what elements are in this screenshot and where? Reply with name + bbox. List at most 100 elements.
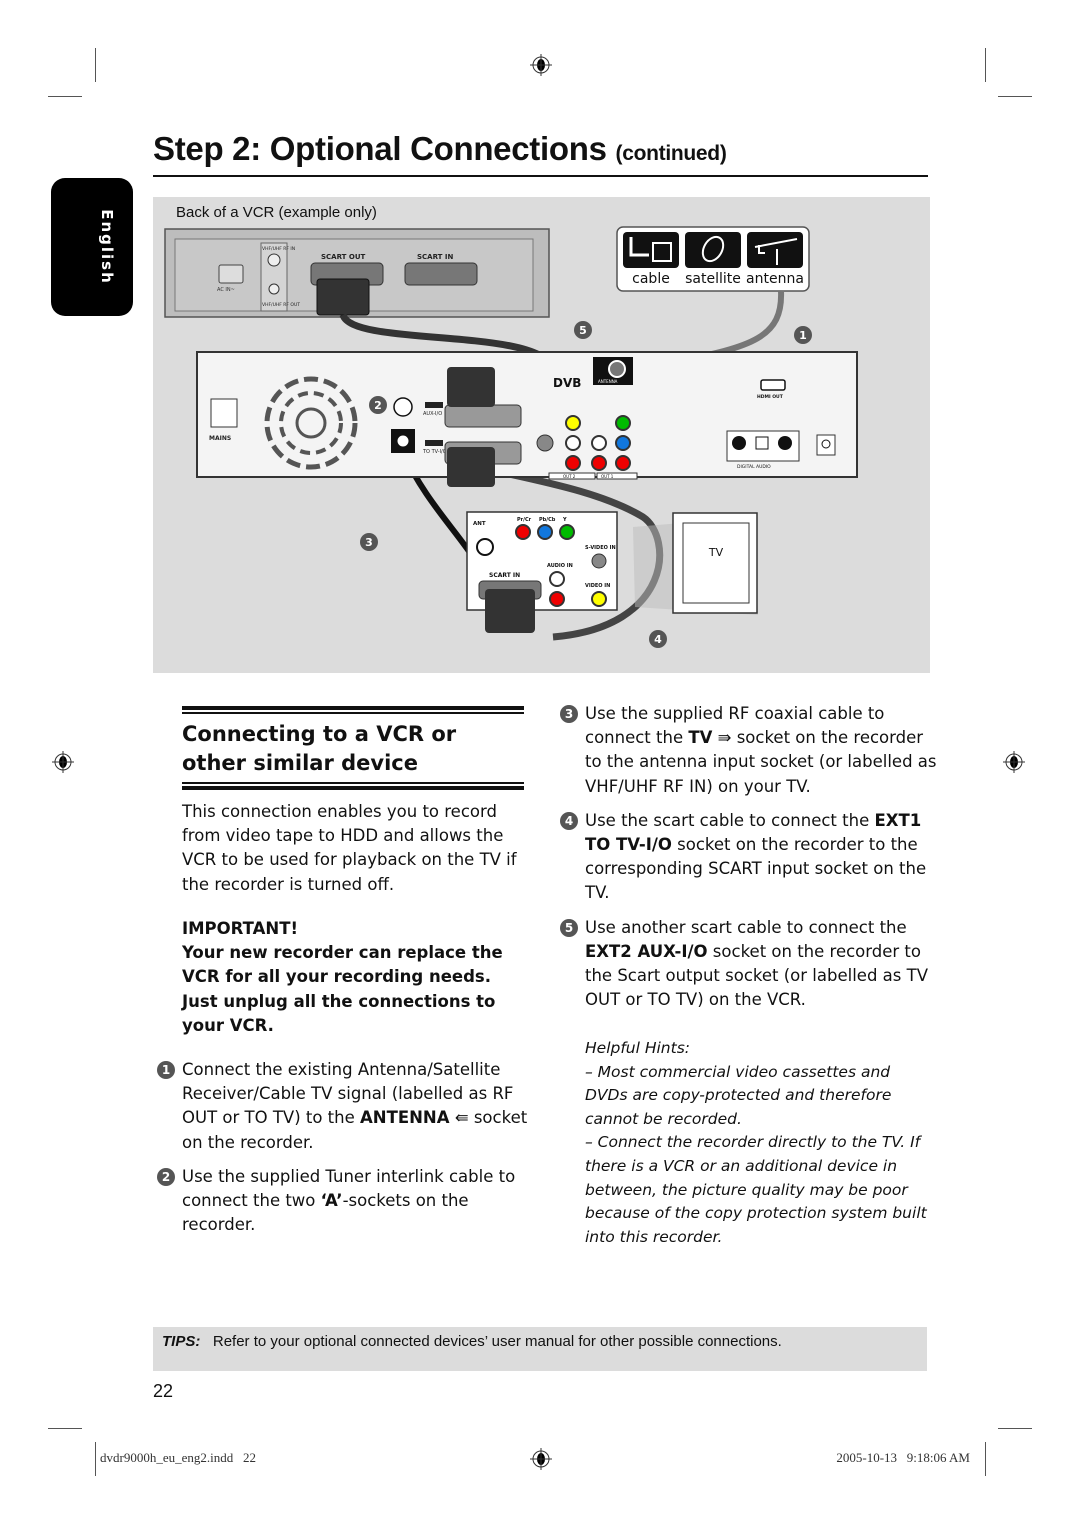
connection-diagram: AC IN~ VHF/UHF RF IN VHF/UHF RF OUT SCAR… <box>153 197 930 673</box>
audio-r-out2 <box>565 455 581 471</box>
a-socket-tuner <box>393 397 413 417</box>
step-number: 4 <box>560 811 578 830</box>
tips-text: TIPS: Refer to your optional connected d… <box>162 1333 782 1350</box>
tv-antenna-socket <box>476 538 494 556</box>
audio-r-out1 <box>591 455 607 471</box>
registration-mark-icon <box>530 54 552 76</box>
footer-filename: dvdr9000h_eu_eng2.indd 22 <box>100 1450 256 1465</box>
tv-audio-in-label: AUDIO IN <box>547 563 573 569</box>
hdmi-out-label: HDMI OUT <box>757 394 784 400</box>
step-bold-text: EXT2 AUX-I/O <box>585 941 708 961</box>
helpful-hints: Helpful Hints: – Most commercial video c… <box>585 1037 935 1249</box>
page-title-suffix: (continued) <box>615 142 727 165</box>
step-number: 3 <box>560 705 578 723</box>
vcr-scart-in-label: SCART IN <box>417 253 453 261</box>
hdmi-out-socket <box>760 379 786 391</box>
steps-left: 1 Connect the existing Antenna/Satellite… <box>157 1058 537 1247</box>
source-satellite-label: satellite <box>685 271 741 287</box>
callout-4: 4 <box>649 630 667 648</box>
out1-label: OUT 1 <box>601 474 614 479</box>
scart-plug <box>316 278 370 316</box>
step-2: 2 Use the supplied Tuner interlink cable… <box>157 1165 537 1238</box>
tv-label: TV <box>708 546 724 559</box>
mains-socket <box>210 398 238 428</box>
vcr-scart-out-label: SCART OUT <box>321 253 366 261</box>
callout-3-label: 3 <box>365 536 373 549</box>
important-title: IMPORTANT! <box>182 919 298 938</box>
callout-5: 5 <box>574 321 592 339</box>
ext1-label-box <box>425 440 443 446</box>
tv-set: TV <box>633 512 758 615</box>
step-bold-text: TV <box>688 728 713 748</box>
component-pb-socket <box>615 435 631 451</box>
step-number: 5 <box>560 918 578 937</box>
crop-mark <box>985 48 986 82</box>
step-text: Use another scart cable to connect the <box>585 917 907 937</box>
important-notice: IMPORTANT! Your new recorder can replace… <box>182 917 532 1038</box>
tips-body: Refer to your optional connected devices… <box>212 1333 782 1350</box>
callout-1-label: 1 <box>799 329 807 342</box>
vcr-rf-out-label: VHF/UHF RF OUT <box>262 302 300 308</box>
cvbs-socket <box>565 415 581 431</box>
page-title: Step 2: Optional Connections (continued) <box>153 130 727 168</box>
title-rule <box>153 175 928 177</box>
component-y-socket <box>615 415 631 431</box>
footer-timestamp: 2005-10-13 9:18:06 AM <box>836 1450 970 1465</box>
dvb-label: DVB <box>553 376 581 390</box>
to-tv-io-label: TO TV-I/O <box>422 449 447 455</box>
callout-1: 1 <box>794 326 812 344</box>
tv-scart-in-label: SCART IN <box>489 572 520 579</box>
registration-mark-icon <box>52 751 74 773</box>
tv-pb-label: Pb/Cb <box>539 517 556 523</box>
audio-l-out1 <box>591 435 607 451</box>
registration-mark-icon <box>530 1448 552 1470</box>
tv-video-in-label: VIDEO IN <box>585 583 610 589</box>
scart-plug-ext2 <box>447 367 495 407</box>
intro-paragraph: This connection enables you to record fr… <box>182 802 517 894</box>
callout-3: 3 <box>360 533 378 551</box>
hint-item: – Most commercial video cassettes and DV… <box>585 1062 892 1128</box>
crop-mark <box>48 1428 82 1429</box>
crop-mark <box>998 1428 1032 1429</box>
antenna-input-icon: ⇚ <box>449 1108 469 1128</box>
tv-y-label: Y <box>562 517 567 523</box>
important-body: Your new recorder can replace the VCR fo… <box>182 943 503 1035</box>
s-video-socket <box>536 434 554 452</box>
signal-source-box: cable satellite antenna <box>616 226 810 292</box>
scart-plug-ext1 <box>447 447 495 487</box>
step-5: 5 Use another scart cable to connect the… <box>560 916 940 1013</box>
language-tab-label: English <box>98 209 117 285</box>
crop-mark <box>998 96 1032 97</box>
tv-output-icon: ⇛ <box>712 728 732 748</box>
step-bold-text: ‘A’ <box>320 1191 343 1211</box>
step-3: 3 Use the supplied RF coaxial cable to c… <box>560 702 940 799</box>
optical-out-socket <box>755 436 769 450</box>
vcr-ac-label: AC IN~ <box>217 287 235 293</box>
audio-l-out2 <box>565 435 581 451</box>
connection-diagram-svg: AC IN~ VHF/UHF RF IN VHF/UHF RF OUT SCAR… <box>164 226 858 648</box>
hint-item: – Connect the recorder directly to the T… <box>585 1133 927 1246</box>
antenna-socket-label: ANTENNA <box>598 379 618 384</box>
ac-in-socket <box>218 264 244 284</box>
page-number: 22 <box>153 1381 174 1401</box>
vcr-scart-in-socket <box>404 262 478 286</box>
section-rule-top <box>182 706 524 714</box>
vcr-rf-out-socket <box>268 283 280 295</box>
digital-audio-label: DIGITAL AUDIO <box>737 464 771 470</box>
tips-label: TIPS: <box>162 1333 201 1350</box>
aux-io-label: AUX-I/O <box>423 411 442 417</box>
step-number: 1 <box>157 1061 175 1079</box>
step-text: Use the scart cable to connect the <box>585 810 875 830</box>
vcr-rf-in-socket <box>267 253 281 267</box>
figure-caption: Back of a VCR (example only) <box>176 204 377 221</box>
section-heading: Connecting to a VCR or other similar dev… <box>182 722 457 775</box>
antenna-icon <box>747 232 803 268</box>
callout-4-label: 4 <box>654 633 662 646</box>
hints-title: Helpful Hints: <box>585 1039 691 1057</box>
out2-label: OUT 2 <box>563 474 576 479</box>
mains-label: MAINS <box>209 435 231 442</box>
crop-mark <box>985 1442 986 1476</box>
tv-back-panel: ANT Pr/Cr Pb/Cb Y S-VIDEO IN AUDIO IN VI… <box>466 511 618 633</box>
step-bold-text: ANTENNA <box>360 1108 450 1128</box>
vcr-rf-in-label: VHF/UHF RF IN <box>262 246 295 252</box>
